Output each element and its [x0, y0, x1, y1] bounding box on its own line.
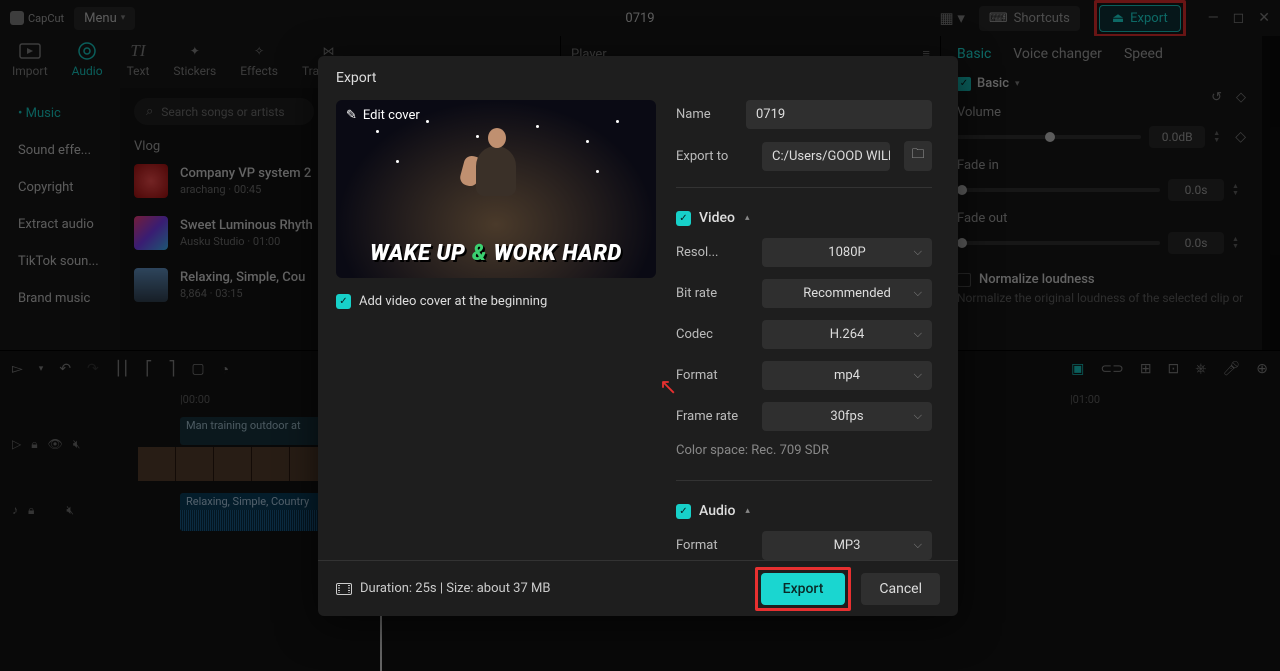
video-section-label: Video [699, 210, 735, 226]
name-label: Name [676, 107, 736, 122]
duration-text: Duration: 25s | Size: about 37 MB [360, 581, 550, 596]
film-icon [336, 583, 352, 595]
dialog-title: Export [318, 56, 958, 100]
framerate-select[interactable]: 30fps [762, 402, 932, 431]
export-confirm-button[interactable]: Export [761, 573, 846, 605]
annotation-arrow-icon: ↖ [659, 375, 677, 400]
cover-preview: ✎ Edit cover WAKE UP & WORK HARD [336, 100, 656, 278]
audio-section-label: Audio [699, 503, 735, 519]
audio-format-label: Format [676, 538, 752, 553]
cancel-button[interactable]: Cancel [861, 573, 940, 605]
export-path-field[interactable]: C:/Users/GOOD WILL ... [762, 142, 890, 171]
bitrate-label: Bit rate [676, 286, 752, 301]
export-confirm-highlight: Export [755, 567, 852, 611]
export-to-label: Export to [676, 149, 752, 164]
video-section-checkbox[interactable]: ✓ [676, 211, 691, 226]
resolution-label: Resol... [676, 245, 752, 260]
name-input[interactable] [746, 100, 932, 129]
audio-format-select[interactable]: MP3 [762, 531, 932, 560]
codec-select[interactable]: H.264 [762, 320, 932, 349]
add-cover-checkbox[interactable]: ✓ [336, 294, 351, 309]
color-space-info: Color space: Rec. 709 SDR [676, 443, 932, 458]
format-label: Format [676, 368, 752, 383]
browse-folder-button[interactable]: 🗀 [904, 141, 932, 171]
bitrate-select[interactable]: Recommended [762, 279, 932, 308]
pencil-icon: ✎ [346, 108, 357, 123]
folder-icon: 🗀 [911, 145, 924, 167]
add-cover-label: Add video cover at the beginning [359, 294, 547, 309]
format-select[interactable]: mp4 [762, 361, 932, 390]
audio-section-checkbox[interactable]: ✓ [676, 504, 691, 519]
codec-label: Codec [676, 327, 752, 342]
edit-cover-button[interactable]: ✎ Edit cover [346, 108, 420, 123]
export-dialog: Export ✎ Edit cover WAKE UP & WORK HA [318, 56, 958, 616]
cover-text: WAKE UP & WORK HARD [336, 240, 656, 266]
resolution-select[interactable]: 1080P [762, 238, 932, 267]
framerate-label: Frame rate [676, 409, 752, 424]
cover-illustration [456, 126, 536, 206]
dialog-footer: Duration: 25s | Size: about 37 MB Export… [318, 560, 958, 616]
